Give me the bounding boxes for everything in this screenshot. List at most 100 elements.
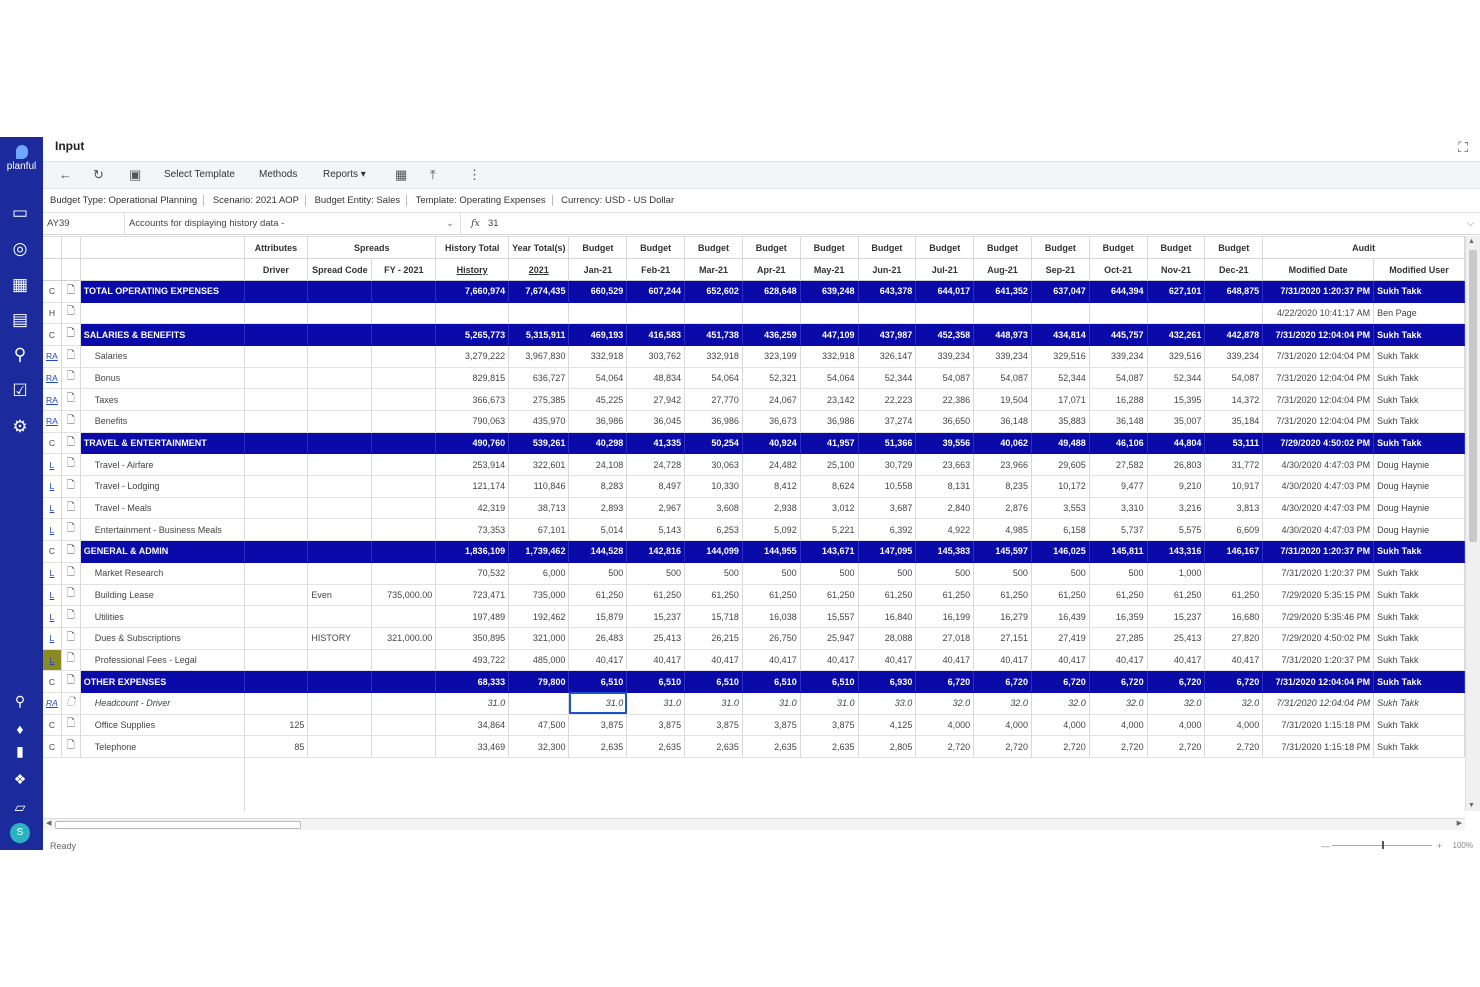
driver-cell[interactable] — [244, 627, 309, 650]
budget-month-cell[interactable]: 500 — [684, 562, 743, 585]
spread-code-cell[interactable] — [307, 475, 373, 498]
month-col-header[interactable]: Sep-21 — [1031, 258, 1090, 281]
budget-month-cell[interactable]: 4,000 — [1031, 714, 1090, 737]
budget-month-cell[interactable]: 3,875 — [626, 714, 686, 737]
budget-month-cell[interactable]: 303,762 — [626, 345, 686, 368]
spread-code-cell[interactable] — [307, 714, 373, 737]
grid-icon[interactable]: ▦ — [10, 275, 30, 295]
budget-month-cell[interactable]: 648,875 — [1204, 280, 1264, 303]
document-icon[interactable]: 🗋 — [61, 692, 81, 715]
spread-code-cell[interactable] — [307, 388, 373, 411]
budget-month-cell[interactable]: 339,234 — [1089, 345, 1148, 368]
budget-month-cell[interactable]: 5,143 — [626, 518, 686, 542]
budget-month-cell[interactable]: 36,986 — [568, 410, 628, 433]
budget-month-cell[interactable]: 40,417 — [742, 649, 801, 672]
budget-month-cell[interactable]: 4,000 — [1204, 714, 1264, 737]
fy-cell[interactable] — [371, 302, 437, 325]
table-row[interactable]: RA 🗋 Benefits 790,063 435,970 36,986 36,045 36,… — [43, 410, 1465, 433]
fy-cell[interactable] — [371, 410, 437, 433]
scroll-right-icon[interactable]: ▶ — [1457, 819, 1462, 827]
fy-cell[interactable] — [371, 453, 437, 477]
row-type-code[interactable]: L — [43, 584, 62, 607]
budget-month-cell[interactable]: 54,064 — [800, 367, 859, 390]
row-type-code[interactable]: L — [43, 627, 62, 650]
budget-month-cell[interactable]: 5,221 — [800, 518, 859, 542]
driver-cell[interactable] — [244, 453, 309, 477]
budget-month-cell[interactable]: 50,254 — [684, 432, 743, 455]
document-icon[interactable]: 🗋 — [61, 714, 81, 737]
clipboard-check-icon[interactable]: ☑ — [10, 381, 30, 401]
document-icon[interactable]: 🗋 — [61, 627, 81, 650]
budget-month-cell[interactable]: 6,609 — [1204, 518, 1264, 542]
budget-month-cell[interactable]: 15,879 — [568, 605, 628, 628]
fullscreen-icon[interactable]: ⛶ — [1458, 139, 1468, 156]
spread-code-cell[interactable] — [307, 280, 373, 303]
budget-month-cell[interactable]: 15,237 — [626, 605, 686, 628]
month-col-header[interactable]: Aug-21 — [973, 258, 1032, 281]
budget-month-cell[interactable]: 4,922 — [915, 518, 975, 542]
budget-month-cell[interactable]: 61,250 — [915, 584, 975, 607]
budget-month-cell[interactable]: 8,412 — [742, 475, 801, 498]
fy-cell[interactable] — [371, 540, 437, 563]
budget-month-cell[interactable]: 9,477 — [1089, 475, 1148, 498]
budget-month-cell[interactable]: 2,840 — [915, 497, 975, 520]
budget-month-cell[interactable]: 52,344 — [1147, 367, 1206, 390]
modified-user-col-header[interactable]: Modified User — [1373, 258, 1465, 281]
budget-month-cell[interactable]: 39,556 — [915, 432, 975, 455]
budget-month-cell[interactable]: 442,878 — [1204, 323, 1264, 346]
fy-cell[interactable] — [371, 497, 437, 520]
budget-month-cell[interactable]: 27,770 — [684, 388, 743, 411]
budget-month-cell[interactable]: 54,087 — [1089, 367, 1148, 390]
budget-month-cell[interactable]: 35,007 — [1147, 410, 1206, 433]
budget-month-cell[interactable]: 25,413 — [1147, 627, 1206, 650]
month-col-header[interactable]: Jul-21 — [915, 258, 975, 281]
budget-month-cell[interactable] — [1147, 302, 1206, 325]
budget-month-cell[interactable]: 36,986 — [684, 410, 743, 433]
table-row[interactable]: L 🗋 Travel - Meals 42,319 38,713 2,893 2,967 3,… — [43, 497, 1465, 520]
budget-month-cell[interactable]: 15,557 — [800, 605, 859, 628]
month-col-header[interactable]: Jun-21 — [858, 258, 917, 281]
spread-code-cell[interactable] — [307, 323, 373, 346]
document-icon[interactable]: 🗋 — [61, 605, 81, 628]
budget-month-cell[interactable]: 17,071 — [1031, 388, 1090, 411]
budget-month-cell[interactable]: 469,193 — [568, 323, 628, 346]
budget-month-cell[interactable]: 45,225 — [568, 388, 628, 411]
budget-month-cell[interactable]: 40,417 — [915, 649, 975, 672]
budget-month-cell[interactable]: 40,417 — [858, 649, 917, 672]
budget-month-cell[interactable]: 32.0 — [915, 692, 975, 715]
budget-month-cell[interactable]: 16,279 — [973, 605, 1032, 628]
document-icon[interactable]: 🗋 — [61, 453, 81, 477]
budget-month-cell[interactable]: 40,417 — [1204, 649, 1264, 672]
budget-month-cell[interactable]: 27,018 — [915, 627, 975, 650]
budget-month-cell[interactable]: 500 — [742, 562, 801, 585]
formula-input[interactable]: 31 — [488, 213, 499, 234]
driver-cell[interactable] — [244, 475, 309, 498]
budget-month-cell[interactable]: 24,108 — [568, 453, 628, 477]
budget-month-cell[interactable]: 2,805 — [858, 735, 917, 758]
budget-month-cell[interactable]: 25,947 — [800, 627, 859, 650]
budget-month-cell[interactable]: 3,813 — [1204, 497, 1264, 520]
month-col-header[interactable]: Oct-21 — [1089, 258, 1148, 281]
fy-cell[interactable] — [371, 735, 437, 758]
table-row[interactable]: L 🗋 Utilities 197,489 192,462 15,879 15,237 15,… — [43, 605, 1465, 628]
budget-month-cell[interactable]: 6,930 — [858, 670, 917, 693]
spread-code-cell[interactable] — [307, 432, 373, 455]
fy-cell[interactable] — [371, 562, 437, 585]
document-icon[interactable]: 🗋 — [61, 410, 81, 433]
month-col-header[interactable]: Dec-21 — [1204, 258, 1264, 281]
fy-cell[interactable] — [371, 323, 437, 346]
spread-code-cell[interactable] — [307, 410, 373, 433]
budget-month-cell[interactable]: 2,635 — [626, 735, 686, 758]
budget-month-cell[interactable]: 31.0 — [742, 692, 801, 715]
budget-month-cell[interactable]: 8,624 — [800, 475, 859, 498]
table-row[interactable]: L 🗋 Dues & Subscriptions HISTORY 321,000.00 3… — [43, 627, 1465, 650]
budget-month-cell[interactable]: 2,876 — [973, 497, 1032, 520]
month-col-header[interactable]: Mar-21 — [684, 258, 743, 281]
row-type-code[interactable]: C — [43, 540, 62, 563]
budget-month-cell[interactable]: 54,087 — [915, 367, 975, 390]
budget-month-cell[interactable]: 61,250 — [626, 584, 686, 607]
budget-month-cell[interactable]: 44,804 — [1147, 432, 1206, 455]
budget-month-cell[interactable]: 61,250 — [742, 584, 801, 607]
budget-month-cell[interactable]: 2,720 — [1089, 735, 1148, 758]
budget-month-cell[interactable]: 6,720 — [973, 670, 1032, 693]
